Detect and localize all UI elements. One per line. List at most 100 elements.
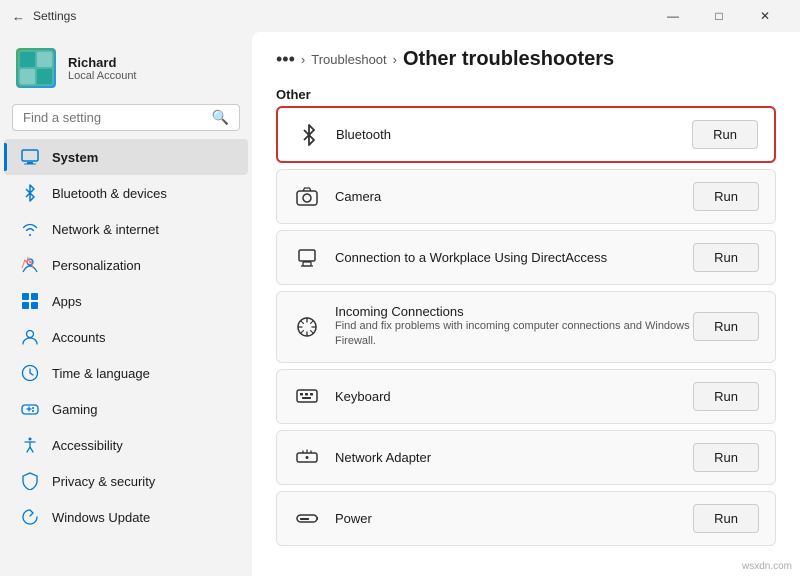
titlebar-title: Settings <box>33 9 76 23</box>
directaccess-title: Connection to a Workplace Using DirectAc… <box>335 250 607 265</box>
privacy-icon <box>20 471 40 491</box>
sidebar-item-network[interactable]: Network & internet <box>4 211 248 247</box>
sidebar-item-accounts[interactable]: Accounts <box>4 319 248 355</box>
maximize-button[interactable]: □ <box>696 0 742 32</box>
item-left-bluetooth: Bluetooth <box>294 121 391 149</box>
item-text-power: Power <box>335 511 372 526</box>
breadcrumb: ••• › Troubleshoot › Other troubleshoote… <box>252 32 800 79</box>
user-account-type: Local Account <box>68 70 137 82</box>
bluetooth-run-button[interactable]: Run <box>692 120 758 149</box>
app-body: Richard Local Account 🔍 System <box>0 32 800 576</box>
main-content: ••• › Troubleshoot › Other troubleshoote… <box>252 32 800 576</box>
user-name: Richard <box>68 55 137 70</box>
troubleshooter-item-power: Power Run <box>276 491 776 546</box>
troubleshooter-item-camera: Camera Run <box>276 169 776 224</box>
troubleshooter-item-keyboard: Keyboard Run <box>276 369 776 424</box>
sidebar-item-accounts-label: Accounts <box>52 330 105 345</box>
sidebar-item-gaming[interactable]: Gaming <box>4 391 248 427</box>
watermark: wsxdn.com <box>742 561 792 572</box>
camera-run-button[interactable]: Run <box>693 182 759 211</box>
search-icon: 🔍 <box>212 109 229 126</box>
breadcrumb-more[interactable]: ••• <box>276 49 295 70</box>
sidebar: Richard Local Account 🔍 System <box>0 32 252 576</box>
titlebar: ← Settings — □ ✕ <box>0 0 800 32</box>
search-input[interactable] <box>23 110 206 125</box>
camera-title: Camera <box>335 189 381 204</box>
breadcrumb-sep-1: › <box>301 52 305 67</box>
item-text-incoming: Incoming Connections Find and fix proble… <box>335 304 693 350</box>
power-item-icon <box>293 504 321 532</box>
personalization-icon <box>20 255 40 275</box>
sidebar-nav: System Bluetooth & devices <box>0 139 252 535</box>
sidebar-item-privacy-label: Privacy & security <box>52 474 155 489</box>
sidebar-item-personalization[interactable]: Personalization <box>4 247 248 283</box>
sidebar-item-system-label: System <box>52 150 98 165</box>
incoming-item-icon <box>293 313 321 341</box>
sidebar-item-apps-label: Apps <box>52 294 82 309</box>
power-title: Power <box>335 511 372 526</box>
sidebar-item-bluetooth-label: Bluetooth & devices <box>52 186 167 201</box>
network-adapter-item-icon <box>293 443 321 471</box>
sidebar-item-system[interactable]: System <box>4 139 248 175</box>
user-profile[interactable]: Richard Local Account <box>0 40 252 104</box>
incoming-run-button[interactable]: Run <box>693 312 759 341</box>
sidebar-item-time-label: Time & language <box>52 366 150 381</box>
sidebar-item-accessibility-label: Accessibility <box>52 438 123 453</box>
sidebar-item-gaming-label: Gaming <box>52 402 98 417</box>
breadcrumb-sep-2: › <box>393 52 397 67</box>
directaccess-run-button[interactable]: Run <box>693 243 759 272</box>
system-icon <box>20 147 40 167</box>
search-box[interactable]: 🔍 <box>12 104 240 131</box>
directaccess-item-icon <box>293 244 321 272</box>
update-icon <box>20 507 40 527</box>
troubleshooter-item-incoming: Incoming Connections Find and fix proble… <box>276 291 776 363</box>
item-left-camera: Camera <box>293 183 381 211</box>
sidebar-item-time[interactable]: Time & language <box>4 355 248 391</box>
time-icon <box>20 363 40 383</box>
troubleshooter-list: Bluetooth Run Camera <box>252 106 800 552</box>
keyboard-run-button[interactable]: Run <box>693 382 759 411</box>
item-text-keyboard: Keyboard <box>335 389 391 404</box>
item-text-bluetooth: Bluetooth <box>336 127 391 142</box>
keyboard-title: Keyboard <box>335 389 391 404</box>
sidebar-item-privacy[interactable]: Privacy & security <box>4 463 248 499</box>
back-button[interactable]: ← <box>12 9 25 24</box>
incoming-title: Incoming Connections <box>335 304 693 319</box>
bluetooth-item-icon <box>294 121 322 149</box>
camera-item-icon <box>293 183 321 211</box>
troubleshooter-item-bluetooth: Bluetooth Run <box>276 106 776 163</box>
item-text-network-adapter: Network Adapter <box>335 450 431 465</box>
avatar <box>16 48 56 88</box>
minimize-button[interactable]: — <box>650 0 696 32</box>
sidebar-item-accessibility[interactable]: Accessibility <box>4 427 248 463</box>
keyboard-item-icon <box>293 382 321 410</box>
troubleshooter-item-network-adapter: Network Adapter Run <box>276 430 776 485</box>
apps-icon <box>20 291 40 311</box>
user-info: Richard Local Account <box>68 55 137 82</box>
network-adapter-title: Network Adapter <box>335 450 431 465</box>
accounts-icon <box>20 327 40 347</box>
sidebar-item-apps[interactable]: Apps <box>4 283 248 319</box>
sidebar-item-personalization-label: Personalization <box>52 258 141 273</box>
breadcrumb-parent[interactable]: Troubleshoot <box>311 52 386 67</box>
item-text-directaccess: Connection to a Workplace Using DirectAc… <box>335 250 607 265</box>
power-run-button[interactable]: Run <box>693 504 759 533</box>
gaming-icon <box>20 399 40 419</box>
sidebar-item-network-label: Network & internet <box>52 222 159 237</box>
accessibility-icon <box>20 435 40 455</box>
item-text-camera: Camera <box>335 189 381 204</box>
incoming-desc: Find and fix problems with incoming comp… <box>335 319 693 350</box>
troubleshooter-item-directaccess: Connection to a Workplace Using DirectAc… <box>276 230 776 285</box>
titlebar-left: ← Settings <box>12 9 76 24</box>
network-adapter-run-button[interactable]: Run <box>693 443 759 472</box>
network-nav-icon <box>20 219 40 239</box>
item-left-directaccess: Connection to a Workplace Using DirectAc… <box>293 244 607 272</box>
bluetooth-title: Bluetooth <box>336 127 391 142</box>
titlebar-controls: — □ ✕ <box>650 0 788 32</box>
sidebar-item-update-label: Windows Update <box>52 510 150 525</box>
close-button[interactable]: ✕ <box>742 0 788 32</box>
sidebar-item-update[interactable]: Windows Update <box>4 499 248 535</box>
breadcrumb-current: Other troubleshooters <box>403 48 614 71</box>
section-header: Other <box>252 79 800 106</box>
sidebar-item-bluetooth[interactable]: Bluetooth & devices <box>4 175 248 211</box>
